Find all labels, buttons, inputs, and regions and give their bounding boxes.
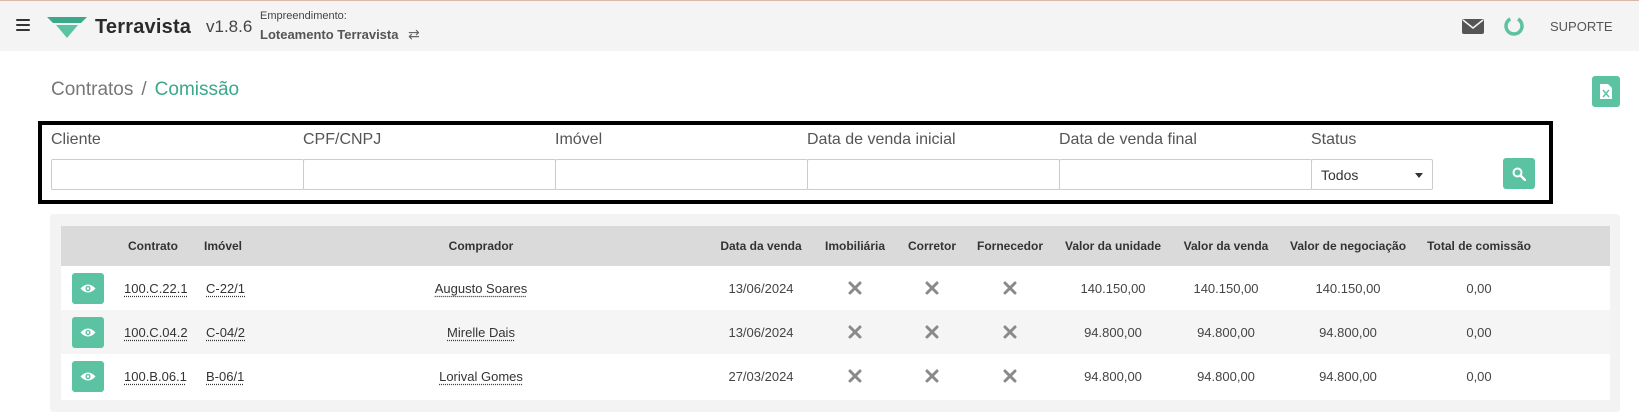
search-icon [1512, 167, 1526, 181]
view-contract-button[interactable] [72, 317, 104, 348]
cpf-label: CPF/CNPJ [303, 131, 382, 148]
excel-file-icon [1600, 84, 1612, 99]
cell-valor-venda: 94.800,00 [1197, 369, 1255, 384]
cliente-label: Cliente [51, 131, 101, 148]
cpf-input[interactable] [303, 159, 556, 190]
header-comprador[interactable]: Comprador [449, 239, 514, 253]
corretor-x-icon [924, 324, 940, 340]
cell-valor-negociacao: 94.800,00 [1319, 369, 1377, 384]
support-link[interactable]: SUPORTE [1550, 19, 1613, 34]
cell-imovel[interactable]: C-22/1 [206, 281, 245, 296]
search-button[interactable] [1503, 158, 1535, 189]
table-row: 100.C.04.2 C-04/2 Mirelle Dais 13/06/2024 94… [61, 310, 1610, 356]
cell-valor-negociacao: 94.800,00 [1319, 325, 1377, 340]
table-header: Contrato Imóvel Comprador Data da venda … [61, 226, 1610, 266]
cell-data-venda: 13/06/2024 [728, 281, 794, 296]
imobiliaria-x-icon [847, 280, 863, 296]
fornecedor-x-icon [1002, 280, 1018, 296]
header-valor-negociacao[interactable]: Valor de negociação [1290, 239, 1406, 253]
top-bar: Terravista v1.8.6 Empreendimento: Loteam… [0, 0, 1639, 51]
empreendimento-name[interactable]: Loteamento Terravista [260, 27, 398, 42]
cell-contrato[interactable]: 100.C.22.1 [124, 281, 188, 296]
filter-data-final: Data de venda final [1059, 131, 1312, 190]
cell-comprador[interactable]: Mirelle Dais [447, 325, 515, 340]
filter-panel: Cliente CPF/CNPJ Imóvel Data de venda in… [38, 121, 1553, 204]
commission-table: Contrato Imóvel Comprador Data da venda … [50, 214, 1620, 412]
eye-icon [80, 372, 96, 381]
header-corretor[interactable]: Corretor [908, 239, 956, 253]
cell-valor-unidade: 94.800,00 [1084, 325, 1142, 340]
status-select[interactable]: Todos [1311, 159, 1433, 190]
breadcrumb-comissao: Comissão [154, 79, 240, 100]
header-valor-unidade[interactable]: Valor da unidade [1065, 239, 1161, 253]
cell-total-comissao: 0,00 [1466, 281, 1492, 296]
breadcrumb-separator: / [141, 79, 147, 100]
header-valor-venda[interactable]: Valor da venda [1184, 239, 1269, 253]
view-contract-button[interactable] [72, 361, 104, 392]
data-final-label: Data de venda final [1059, 131, 1197, 148]
mail-icon[interactable] [1462, 19, 1484, 34]
cell-data-venda: 27/03/2024 [728, 369, 794, 384]
breadcrumb-contratos[interactable]: Contratos [51, 79, 133, 100]
corretor-x-icon [924, 280, 940, 296]
data-inicial-input[interactable] [807, 159, 1060, 190]
cliente-input[interactable] [51, 159, 304, 190]
status-selected-value: Todos [1321, 167, 1359, 183]
cell-total-comissao: 0,00 [1466, 369, 1492, 384]
cell-comprador[interactable]: Augusto Soares [435, 281, 528, 296]
export-excel-button[interactable] [1592, 76, 1620, 107]
empreendimento-label: Empreendimento: [260, 10, 347, 22]
cell-valor-unidade: 94.800,00 [1084, 369, 1142, 384]
loading-ring-icon [1504, 16, 1524, 36]
fornecedor-x-icon [1002, 324, 1018, 340]
corretor-x-icon [924, 368, 940, 384]
filter-data-inicial: Data de venda inicial [807, 131, 1060, 190]
swap-icon[interactable]: ⇄ [408, 26, 420, 43]
header-contrato[interactable]: Contrato [128, 239, 178, 253]
imovel-input[interactable] [555, 159, 808, 190]
cell-comprador[interactable]: Lorival Gomes [439, 369, 523, 384]
imobiliaria-x-icon [847, 368, 863, 384]
brand-name[interactable]: Terravista [95, 16, 191, 39]
table-row: 100.C.22.1 C-22/1 Augusto Soares 13/06/2024… [61, 266, 1610, 312]
imovel-label: Imóvel [555, 131, 603, 148]
header-imobiliaria[interactable]: Imobiliária [825, 239, 885, 253]
cell-data-venda: 13/06/2024 [728, 325, 794, 340]
data-inicial-label: Data de venda inicial [807, 131, 956, 148]
app-version: v1.8.6 [206, 17, 253, 36]
header-imovel[interactable]: Imóvel [204, 239, 242, 253]
cell-valor-venda: 140.150,00 [1193, 281, 1259, 296]
header-total-comissao[interactable]: Total de comissão [1427, 239, 1531, 253]
view-contract-button[interactable] [72, 273, 104, 304]
chevron-down-icon [1415, 173, 1423, 178]
header-fornecedor[interactable]: Fornecedor [977, 239, 1043, 253]
cell-contrato[interactable]: 100.C.04.2 [124, 325, 188, 340]
menu-icon[interactable] [16, 19, 30, 33]
eye-icon [80, 328, 96, 337]
cell-valor-negociacao: 140.150,00 [1315, 281, 1381, 296]
table-row: 100.B.06.1 B-06/1 Lorival Gomes 27/03/2024 9… [61, 354, 1610, 400]
filter-imovel: Imóvel [555, 131, 808, 190]
cell-valor-venda: 94.800,00 [1197, 325, 1255, 340]
imobiliaria-x-icon [847, 324, 863, 340]
cell-imovel[interactable]: C-04/2 [206, 325, 245, 340]
cell-valor-unidade: 140.150,00 [1080, 281, 1146, 296]
cell-imovel[interactable]: B-06/1 [206, 369, 244, 384]
status-label: Status [1311, 131, 1357, 148]
eye-icon [80, 284, 96, 293]
header-data-venda[interactable]: Data da venda [720, 239, 801, 253]
cell-contrato[interactable]: 100.B.06.1 [124, 369, 187, 384]
terravista-logo[interactable] [47, 17, 87, 39]
breadcrumb: Contratos / Comissão [51, 79, 239, 101]
fornecedor-x-icon [1002, 368, 1018, 384]
filter-status: Status Todos [1311, 131, 1433, 190]
filter-cliente: Cliente [51, 131, 304, 190]
cell-total-comissao: 0,00 [1466, 325, 1492, 340]
filter-cpf: CPF/CNPJ [303, 131, 556, 190]
data-final-input[interactable] [1059, 159, 1312, 190]
